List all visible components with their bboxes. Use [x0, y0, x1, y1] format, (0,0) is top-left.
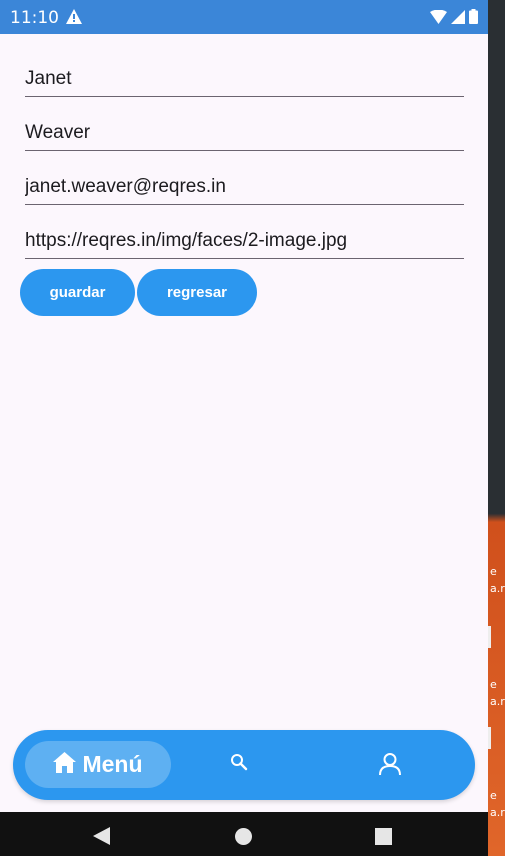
avatar-url-field-container [25, 210, 464, 259]
nav-item-menu[interactable]: Menú [25, 741, 171, 788]
user-edit-form [25, 48, 464, 264]
recent-apps-icon[interactable] [375, 828, 392, 845]
battery-icon [469, 9, 478, 29]
last-name-field-container [25, 102, 464, 151]
user-icon[interactable] [378, 752, 402, 781]
background-text-fragment: a.r [490, 806, 505, 819]
email-field[interactable] [25, 176, 464, 198]
cell-signal-icon [451, 9, 465, 29]
background-window: e a.r e a.r e a.r [488, 0, 505, 856]
search-icon[interactable] [230, 753, 248, 776]
first-name-field[interactable] [25, 68, 464, 90]
warning-icon [66, 9, 82, 29]
background-divider [488, 727, 491, 749]
back-triangle-icon[interactable] [93, 827, 110, 850]
avatar-url-field[interactable] [25, 230, 464, 252]
email-field-container [25, 156, 464, 205]
background-text-fragment: e [490, 789, 497, 802]
phone-screen: 11:10 Janet Weaver janet.weaver@reqres.i… [0, 0, 488, 856]
background-text-fragment: a.r [490, 582, 505, 595]
background-text-fragment: e [490, 565, 497, 578]
home-icon [53, 751, 77, 778]
bottom-navigation-bar: Menú [13, 730, 475, 800]
home-circle-icon[interactable] [235, 828, 252, 845]
system-navigation-bar [0, 812, 488, 856]
wifi-icon [430, 9, 447, 29]
background-text-fragment: e [490, 678, 497, 691]
status-icons [430, 9, 478, 29]
background-divider [488, 626, 491, 648]
save-button[interactable]: guardar [20, 269, 135, 316]
nav-item-menu-label: Menú [82, 751, 143, 777]
status-time: 11:10 [10, 8, 59, 28]
first-name-field-container [25, 48, 464, 97]
status-bar: 11:10 [0, 0, 488, 34]
back-button[interactable]: regresar [137, 269, 257, 316]
last-name-field[interactable] [25, 122, 464, 144]
background-text-fragment: a.r [490, 695, 505, 708]
form-actions: guardar regresar [20, 269, 257, 316]
